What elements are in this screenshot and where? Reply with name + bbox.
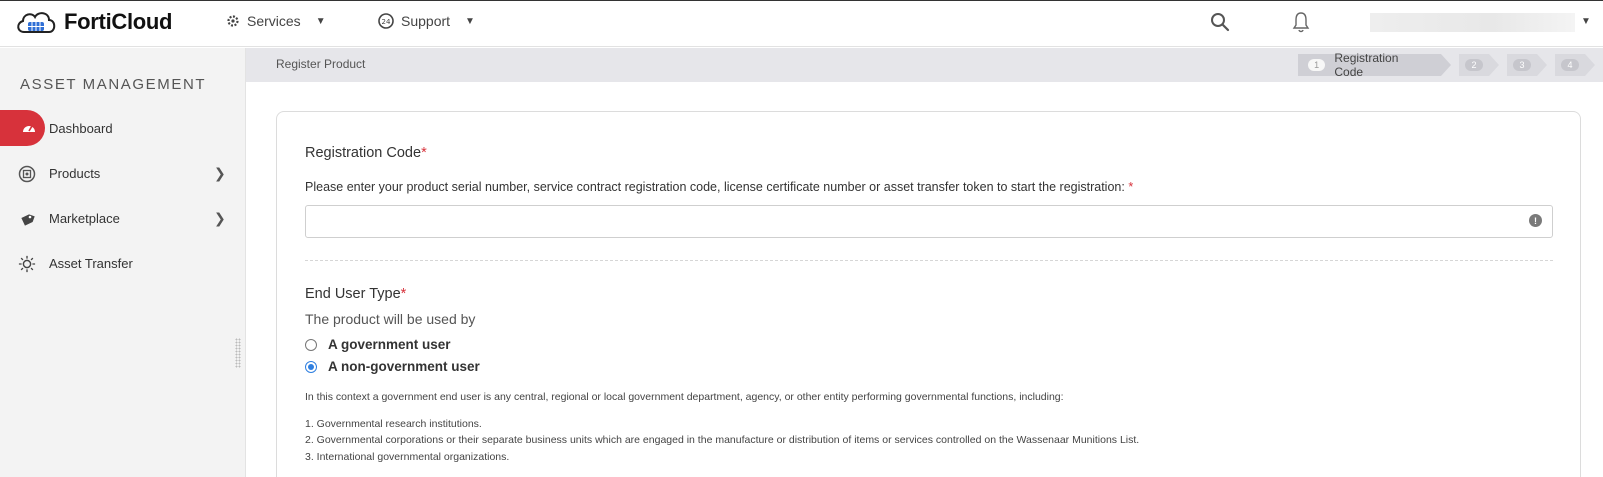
step-3: 3 <box>1507 53 1547 76</box>
step-1: 1 Registration Code <box>1298 50 1451 79</box>
breadcrumb-bar: Register Product 1 Registration Code 2 3… <box>246 48 1603 82</box>
radio-button[interactable] <box>305 360 317 373</box>
support-menu[interactable]: 24 Support ▼ <box>378 13 475 29</box>
sidebar-item-asset-transfer[interactable]: Asset Transfer <box>0 245 245 281</box>
registration-code-title: Registration Code* <box>305 145 427 161</box>
registration-code-input[interactable] <box>305 205 1553 238</box>
chevron-right-icon: ❯ <box>214 209 226 226</box>
bell-icon[interactable] <box>1292 11 1310 33</box>
sidebar-item-products[interactable]: Products ❯ <box>0 155 245 191</box>
top-header: FortiCloud Services ▼ 24 Support ▼ ▼ <box>0 0 1603 47</box>
radio-non-government-user[interactable]: A non-government user <box>305 359 480 374</box>
search-icon[interactable] <box>1210 12 1230 32</box>
section-title-text: Registration Code <box>305 145 422 161</box>
registration-steps: 1 Registration Code 2 3 4 <box>1298 50 1603 79</box>
cloud-logo-icon <box>17 12 56 33</box>
sidebar-item-dashboard[interactable]: Dashboard <box>0 110 245 146</box>
svg-text:24: 24 <box>382 18 391 26</box>
tag-icon <box>18 210 36 228</box>
speedometer-icon <box>20 119 38 137</box>
government-context-text: In this context a government end user is… <box>305 391 1064 403</box>
sidebar-item-label: Dashboard <box>49 120 113 136</box>
services-label: Services <box>247 13 301 29</box>
required-marker: * <box>1128 180 1134 194</box>
list-item: 3. International governmental organizati… <box>305 451 510 463</box>
required-marker: * <box>400 286 407 302</box>
step-number: 4 <box>1561 58 1579 71</box>
radio-button[interactable] <box>305 338 317 351</box>
breadcrumb: Register Product <box>276 57 366 71</box>
sidebar-item-label: Products <box>49 165 101 181</box>
registration-card: Registration Code* Please enter your pro… <box>276 111 1581 477</box>
list-item: 1. Governmental research institutions. <box>305 418 482 430</box>
step-number: 3 <box>1513 58 1531 71</box>
chevron-down-icon[interactable]: ▼ <box>1581 16 1591 27</box>
radio-label: A government user <box>328 337 451 352</box>
globe-chip-icon <box>18 165 36 183</box>
section-divider <box>305 260 1553 261</box>
chevron-down-icon: ▼ <box>315 15 326 27</box>
sidebar-item-marketplace[interactable]: Marketplace ❯ <box>0 200 245 236</box>
step-number: 1 <box>1308 58 1326 71</box>
account-menu[interactable] <box>1370 13 1575 32</box>
sidebar-item-label: Marketplace <box>49 210 120 226</box>
list-item: 2. Governmental corporations or their se… <box>305 434 1140 446</box>
required-marker: * <box>421 145 427 161</box>
help-text: Please enter your product serial number,… <box>305 180 1125 194</box>
sidebar: ASSET MANAGEMENT Dashboard Products ❯ Ma… <box>0 48 246 477</box>
brand-name: FortiCloud <box>64 9 173 34</box>
gear-cluster-icon <box>227 15 239 27</box>
step-2: 2 <box>1459 53 1499 76</box>
chevron-right-icon: ❯ <box>214 164 226 181</box>
services-menu[interactable]: Services ▼ <box>226 13 326 29</box>
sidebar-item-label: Asset Transfer <box>49 255 133 271</box>
radio-label: A non-government user <box>328 359 480 374</box>
info-icon[interactable]: ! <box>1529 214 1542 227</box>
support-headset-icon: 24 <box>378 13 394 29</box>
step-label: Registration Code <box>1334 50 1399 79</box>
transfer-gear-icon <box>18 255 36 273</box>
end-user-type-title: End User Type* <box>305 286 406 302</box>
support-label: Support <box>401 13 451 29</box>
step-4: 4 <box>1555 53 1595 76</box>
end-user-subtitle: The product will be used by <box>305 311 476 327</box>
step-number: 2 <box>1465 58 1483 71</box>
registration-help-text: Please enter your product serial number,… <box>305 180 1133 194</box>
sidebar-title: ASSET MANAGEMENT <box>20 76 207 93</box>
radio-government-user[interactable]: A government user <box>305 337 451 352</box>
forticloud-logo[interactable]: FortiCloud <box>14 8 173 36</box>
sidebar-resize-handle[interactable] <box>235 338 241 368</box>
chevron-down-icon: ▼ <box>465 15 475 27</box>
section-title-text: End User Type <box>305 286 401 302</box>
